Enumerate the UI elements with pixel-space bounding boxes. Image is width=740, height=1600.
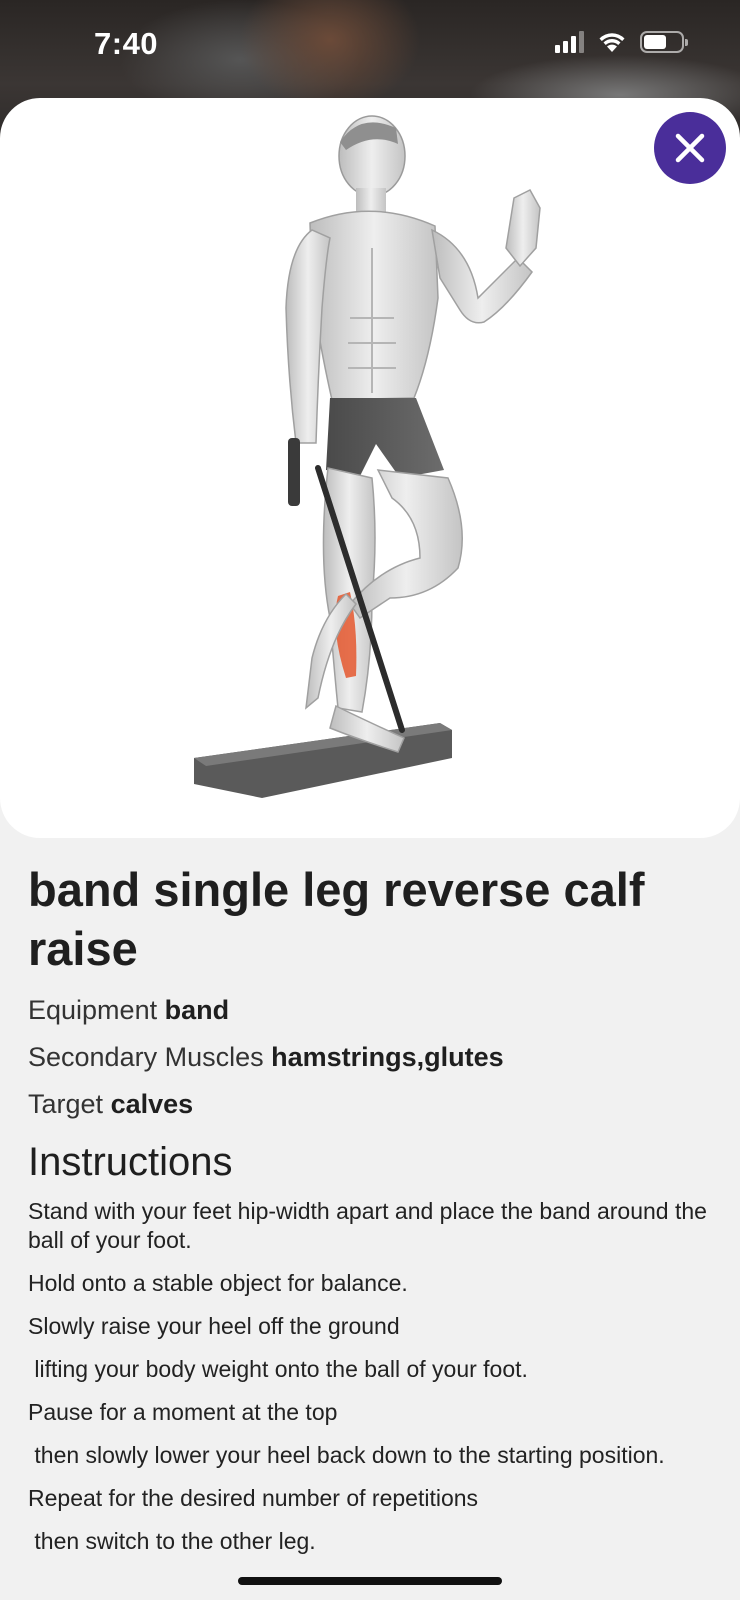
exercise-details: band single leg reverse calf raise Equip… (28, 860, 712, 1570)
close-button[interactable] (654, 112, 726, 184)
exercise-illustration (194, 115, 541, 798)
target-value: calves (110, 1089, 194, 1119)
target-label: Target (28, 1089, 104, 1119)
wifi-icon (599, 33, 625, 52)
instructions-list: Stand with your feet hip-width apart and… (28, 1197, 712, 1556)
equipment-label: Equipment (28, 995, 158, 1025)
instruction-step: Hold onto a stable object for balance. (28, 1270, 408, 1296)
exercise-detail-screen: 7:40 band single leg reverse calf raise … (0, 0, 740, 1600)
cellular-signal-icon (555, 31, 584, 53)
status-bar: 7:40 (0, 0, 740, 90)
battery-icon (640, 31, 688, 53)
instructions-heading: Instructions (28, 1140, 233, 1184)
equipment-value: band (164, 995, 230, 1025)
exercise-title: band single leg reverse calf raise (28, 863, 645, 975)
secondary-muscles-value: hamstrings,glutes (271, 1042, 504, 1072)
instruction-step: then slowly lower your heel back down to… (28, 1442, 665, 1468)
exercise-image-card (0, 98, 740, 838)
status-time: 7:40 (94, 26, 159, 61)
status-icons (555, 30, 688, 54)
close-icon (675, 133, 705, 163)
secondary-muscles-label: Secondary Muscles (28, 1042, 264, 1072)
instruction-step: Pause for a moment at the top (28, 1399, 338, 1425)
target-row: Target calves (28, 1086, 712, 1123)
instruction-step: Repeat for the desired number of repetit… (28, 1485, 479, 1511)
home-indicator[interactable] (238, 1577, 502, 1585)
equipment-row: Equipment band (28, 992, 712, 1029)
instruction-step: then switch to the other leg. (28, 1528, 316, 1554)
instruction-step: Slowly raise your heel off the ground (28, 1313, 400, 1339)
instruction-step: Stand with your feet hip-width apart and… (28, 1198, 714, 1253)
instruction-step: lifting your body weight onto the ball o… (28, 1356, 528, 1382)
secondary-muscles-row: Secondary Muscles hamstrings,glutes (28, 1039, 712, 1076)
